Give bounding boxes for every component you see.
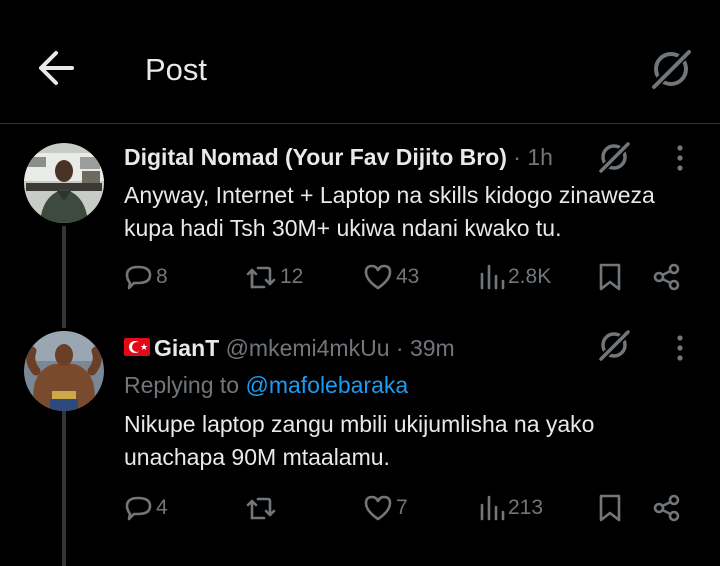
grok-icon[interactable] xyxy=(648,46,694,92)
share-icon xyxy=(653,263,680,291)
avatar[interactable] xyxy=(24,331,104,411)
page-title: Post xyxy=(145,52,208,87)
views-button[interactable]: 213 xyxy=(478,493,543,523)
repost-button[interactable] xyxy=(244,493,280,523)
replying-to-label: Replying to xyxy=(124,372,240,398)
bookmark-button[interactable] xyxy=(597,493,623,523)
separator-dot: · xyxy=(389,335,410,361)
reply-button[interactable]: 4 xyxy=(124,493,168,523)
separator-dot: · xyxy=(506,144,528,170)
repost-icon xyxy=(246,266,276,289)
post-text: Anyway, Internet + Laptop na skills kido… xyxy=(124,179,704,245)
post-text: Nikupe laptop zangu mbili ukijumlisha na… xyxy=(124,408,704,474)
post-text-line: kupa hadi Tsh 30M+ ukiwa ndani kwako tu. xyxy=(124,215,562,241)
reply-count: 8 xyxy=(156,265,168,288)
like-button[interactable]: 43 xyxy=(362,262,419,292)
post-text-line: unachapa 90M mtaalamu. xyxy=(124,444,390,470)
more-options-icon[interactable] xyxy=(666,140,694,176)
turkey-flag-icon: ★ xyxy=(124,338,150,356)
reply-count: 4 xyxy=(156,496,168,519)
replying-to-handle[interactable]: @mafolebaraka xyxy=(245,372,408,398)
views-button[interactable]: 2.8K xyxy=(478,262,551,292)
views-icon xyxy=(480,264,505,290)
views-count: 213 xyxy=(508,496,544,519)
author-name[interactable]: Digital Nomad (Your Fav Dijito Bro) xyxy=(124,144,507,171)
top-bar: Post xyxy=(0,0,720,124)
post-time[interactable]: 1h xyxy=(527,144,553,171)
heart-icon xyxy=(364,264,392,290)
reply-button[interactable]: 8 xyxy=(124,262,168,292)
repost-count: 12 xyxy=(280,265,304,288)
post-text-line: Anyway, Internet + Laptop na skills kido… xyxy=(124,182,655,208)
bookmark-button[interactable] xyxy=(597,262,623,292)
share-button[interactable] xyxy=(652,493,682,523)
heart-icon xyxy=(364,495,392,521)
post-header: ★ GianT @mkemi4mkUu · 39m xyxy=(124,335,455,362)
post-header: Digital Nomad (Your Fav Dijito Bro) · 1h xyxy=(124,144,553,171)
reply-icon xyxy=(125,265,152,290)
like-button[interactable]: 7 xyxy=(362,493,408,523)
views-icon xyxy=(480,495,505,521)
post-time[interactable]: 39m xyxy=(410,335,455,362)
grok-icon[interactable] xyxy=(596,139,632,175)
share-button[interactable] xyxy=(652,262,682,292)
reply-icon xyxy=(125,496,152,521)
more-options-icon[interactable] xyxy=(666,330,694,366)
like-count: 43 xyxy=(396,265,420,288)
repost-icon xyxy=(246,497,276,520)
author-handle[interactable]: @mkemi4mkUu xyxy=(226,335,390,362)
avatar[interactable] xyxy=(24,143,104,223)
thread-line xyxy=(62,226,66,328)
grok-icon[interactable] xyxy=(596,327,632,363)
back-arrow-icon[interactable] xyxy=(36,48,76,88)
replying-to: Replying to @mafolebaraka xyxy=(124,372,408,399)
thread-line xyxy=(62,410,66,566)
bookmark-icon xyxy=(599,263,621,291)
like-count: 7 xyxy=(396,496,408,519)
views-count: 2.8K xyxy=(508,265,552,288)
repost-button[interactable]: 12 xyxy=(244,262,303,292)
bookmark-icon xyxy=(599,494,621,522)
author-name[interactable]: GianT xyxy=(154,335,219,362)
share-icon xyxy=(653,494,680,522)
post-text-line: Nikupe laptop zangu mbili ukijumlisha na… xyxy=(124,411,595,437)
